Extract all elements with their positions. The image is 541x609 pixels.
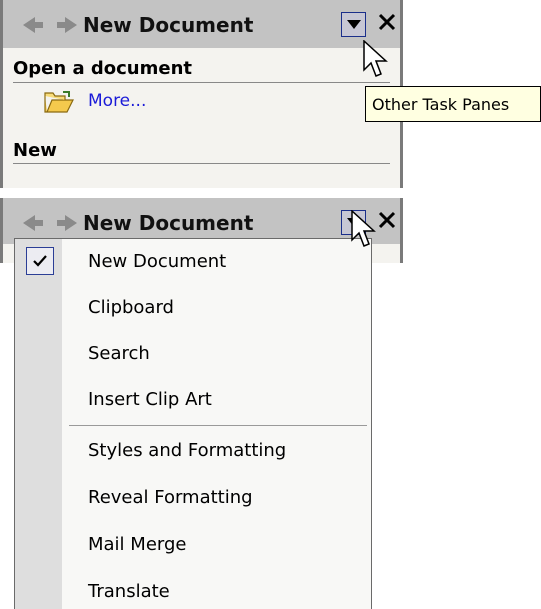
- menu-item-clipboard[interactable]: Clipboard: [15, 285, 371, 331]
- menu-item-styles-and-formatting[interactable]: Styles and Formatting: [15, 428, 371, 474]
- task-pane-titlebar: New Document: [3, 0, 400, 48]
- back-arrow-icon[interactable]: [23, 17, 43, 33]
- section-heading-new: New: [13, 140, 57, 161]
- section-divider: [13, 82, 390, 83]
- other-task-panes-button[interactable]: [341, 12, 366, 37]
- task-pane-menu: New Document Clipboard Search Insert Cli…: [14, 238, 372, 609]
- menu-item-mail-merge[interactable]: Mail Merge: [15, 522, 371, 568]
- close-icon[interactable]: [376, 11, 398, 33]
- task-pane-title: New Document: [83, 13, 254, 37]
- menu-item-reveal-formatting[interactable]: Reveal Formatting: [15, 475, 371, 521]
- menu-item-translate[interactable]: Translate: [15, 569, 371, 609]
- folder-open-icon: [44, 91, 74, 113]
- section-heading-open: Open a document: [13, 58, 193, 79]
- more-link[interactable]: More...: [88, 91, 146, 111]
- menu-item-insert-clip-art[interactable]: Insert Clip Art: [15, 377, 371, 423]
- menu-item-label: Clipboard: [88, 297, 174, 318]
- forward-arrow-icon[interactable]: [57, 215, 77, 231]
- menu-item-label: New Document: [88, 251, 227, 272]
- forward-arrow-icon[interactable]: [57, 17, 77, 33]
- mouse-cursor-icon: [351, 210, 376, 247]
- mouse-cursor-icon: [363, 40, 388, 77]
- menu-item-label: Search: [88, 343, 150, 364]
- task-pane-title: New Document: [83, 211, 254, 235]
- menu-item-label: Styles and Formatting: [88, 440, 287, 461]
- task-pane-top: New Document Open a document More... New: [0, 0, 403, 188]
- menu-item-label: Mail Merge: [88, 534, 187, 555]
- menu-item-search[interactable]: Search: [15, 331, 371, 377]
- back-forward-arrows: [23, 215, 77, 231]
- menu-item-label: Translate: [88, 581, 170, 602]
- menu-item-label: Insert Clip Art: [88, 389, 212, 410]
- back-forward-arrows: [23, 17, 77, 33]
- back-arrow-icon[interactable]: [23, 215, 43, 231]
- menu-separator: [69, 425, 367, 426]
- checkmark-box: [26, 247, 54, 275]
- close-icon[interactable]: [376, 209, 398, 231]
- menu-item-new-document[interactable]: New Document: [15, 239, 371, 285]
- section-divider: [13, 163, 390, 164]
- checkmark-icon: [33, 255, 47, 267]
- dropdown-arrow-icon: [347, 20, 361, 29]
- menu-item-label: Reveal Formatting: [88, 487, 253, 508]
- tooltip-other-task-panes: Other Task Panes: [365, 86, 541, 122]
